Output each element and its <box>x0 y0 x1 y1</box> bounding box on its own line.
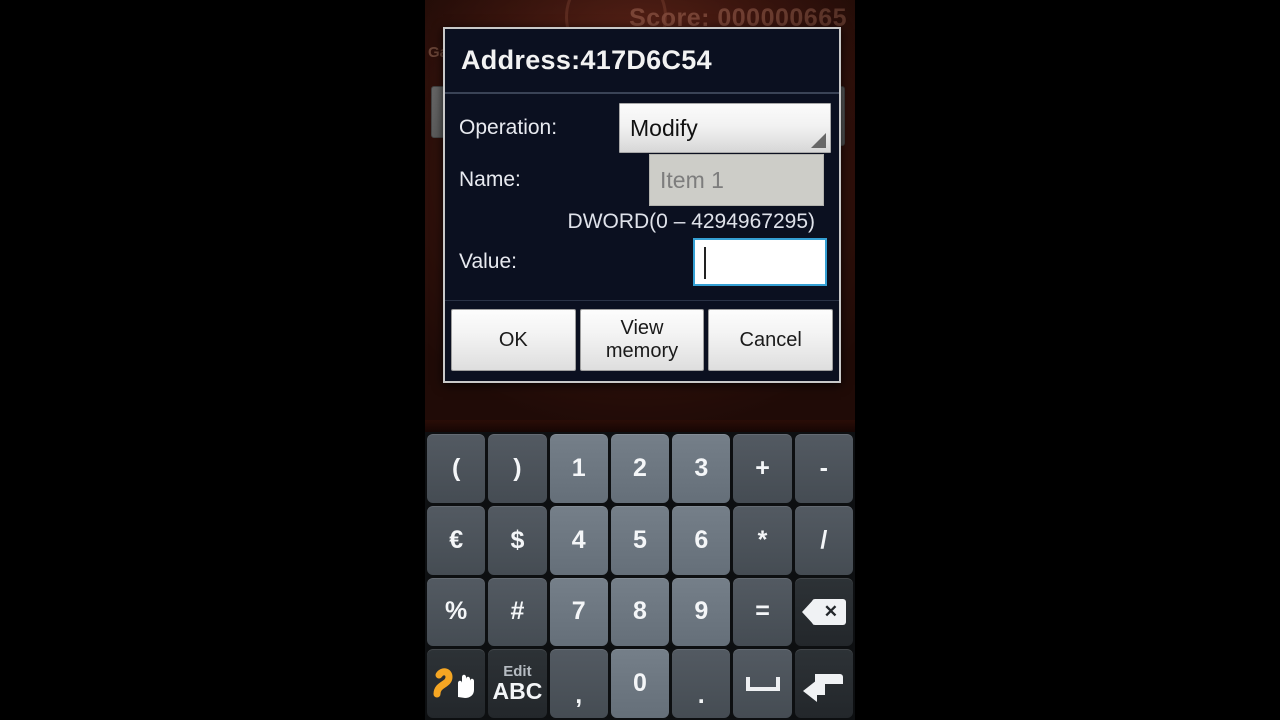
key-minus[interactable]: - <box>794 434 853 503</box>
key-space[interactable] <box>733 649 792 718</box>
key-label: 1 <box>571 453 586 482</box>
enter-icon <box>802 669 845 702</box>
range-hint-row: DWORD(0 – 4294967295) <box>459 206 825 236</box>
range-hint-text: DWORD(0 – 4294967295) <box>567 210 815 233</box>
screenshot-root: Score: 000000665 Ga Address:417D6C54 Ope… <box>0 0 1280 720</box>
keyboard-row: € $4 5 6 * / <box>426 505 854 575</box>
address-dialog: Address:417D6C54 Operation: Modify Name: <box>443 27 841 383</box>
key-label: 8 <box>633 597 647 626</box>
key-label: ) <box>513 453 522 482</box>
key-digit-8[interactable]: 8 <box>610 577 670 647</box>
key-label: # <box>510 597 525 626</box>
key-digit-2[interactable]: 2 <box>610 434 670 503</box>
game-bottom-strip <box>425 420 855 432</box>
phone-viewport: Score: 000000665 Ga Address:417D6C54 Ope… <box>425 0 855 720</box>
keyboard-row: Edit ABC, 0. <box>426 649 854 718</box>
key-percent[interactable]: % <box>427 577 486 647</box>
dialog-button-bar: OK View memory Cancel <box>445 300 839 381</box>
name-input-placeholder: Item 1 <box>660 166 724 193</box>
key-label: 6 <box>694 525 709 554</box>
chevron-down-icon <box>811 133 826 148</box>
key-backspace[interactable]: ✕ <box>794 577 853 647</box>
key-comma[interactable]: , <box>549 649 608 718</box>
view-memory-button[interactable]: View memory <box>579 309 705 371</box>
dialog-title: Address:417D6C54 <box>445 29 839 94</box>
keyboard-row: % #7 8 9 = ✕ <box>426 577 854 647</box>
space-icon <box>745 676 780 691</box>
operation-spinner[interactable]: Modify <box>619 103 831 153</box>
on-screen-keyboard: () 1 2 3 + - € $4 5 6 * /% #7 8 9 = ✕ Edit ABC, 0. <box>425 432 855 720</box>
key-label: 3 <box>694 453 709 482</box>
text-caret <box>704 247 706 279</box>
key-digit-5[interactable]: 5 <box>610 505 670 575</box>
key-digit-0[interactable]: 0 <box>610 649 670 718</box>
key-digit-1[interactable]: 1 <box>549 434 608 503</box>
name-control: Item 1 <box>619 154 825 206</box>
key-label: . <box>697 681 705 709</box>
key-dollar[interactable]: $ <box>488 505 547 575</box>
key-swipe[interactable] <box>427 649 486 718</box>
key-label: 5 <box>633 525 647 554</box>
value-label: Value: <box>459 250 517 273</box>
key-label: $ <box>510 525 525 554</box>
key-label: - <box>819 453 828 482</box>
key-digit-9[interactable]: 9 <box>672 577 731 647</box>
key-label: + <box>755 453 770 482</box>
key-label: / <box>820 525 828 554</box>
key-label: ( <box>451 453 461 482</box>
dialog-body: Operation: Modify Name: Item 1 DWORD(0 –… <box>445 94 839 300</box>
cancel-button[interactable]: Cancel <box>708 309 834 371</box>
value-input[interactable] <box>693 238 827 286</box>
key-label: % <box>445 597 468 626</box>
swipe-input-icon <box>433 667 479 701</box>
keyboard-row: () 1 2 3 + - <box>426 434 854 503</box>
key-label: , <box>575 681 583 709</box>
name-label: Name: <box>459 168 521 191</box>
key-plus[interactable]: + <box>733 434 792 503</box>
key-digit-7[interactable]: 7 <box>549 577 608 647</box>
key-label: 9 <box>694 597 709 626</box>
value-row: Value: <box>459 236 827 288</box>
key-label: * <box>757 525 768 554</box>
key-hash[interactable]: # <box>488 577 547 647</box>
key-edit-abc[interactable]: Edit ABC <box>488 649 547 718</box>
key-label: € <box>449 525 464 554</box>
key-label: 4 <box>571 525 586 554</box>
operation-spinner-value: Modify <box>630 114 698 141</box>
key-enter[interactable] <box>794 649 853 718</box>
key-label: = <box>755 597 770 626</box>
key-digit-4[interactable]: 4 <box>549 505 608 575</box>
ok-button[interactable]: OK <box>451 309 576 371</box>
key-digit-6[interactable]: 6 <box>672 505 731 575</box>
key-paren-open[interactable]: ( <box>427 434 486 503</box>
operation-row: Operation: Modify <box>459 102 831 154</box>
key-label: 0 <box>633 669 647 698</box>
key-euro[interactable]: € <box>427 505 486 575</box>
key-slash[interactable]: / <box>794 505 853 575</box>
value-control <box>619 238 827 286</box>
key-paren-close[interactable]: ) <box>488 434 547 503</box>
operation-control: Modify <box>619 103 831 153</box>
name-row: Name: Item 1 <box>459 154 825 206</box>
operation-label: Operation: <box>459 116 558 139</box>
key-period[interactable]: . <box>672 649 731 718</box>
key-abc-label: ABC <box>492 678 543 705</box>
key-asterisk[interactable]: * <box>733 505 792 575</box>
backspace-icon: ✕ <box>801 598 846 625</box>
key-label: 7 <box>571 597 586 626</box>
key-edit-label: Edit <box>503 663 532 681</box>
key-digit-3[interactable]: 3 <box>672 434 731 503</box>
name-input[interactable]: Item 1 <box>649 154 824 206</box>
key-label: 2 <box>633 453 647 482</box>
key-equals[interactable]: = <box>733 577 792 647</box>
